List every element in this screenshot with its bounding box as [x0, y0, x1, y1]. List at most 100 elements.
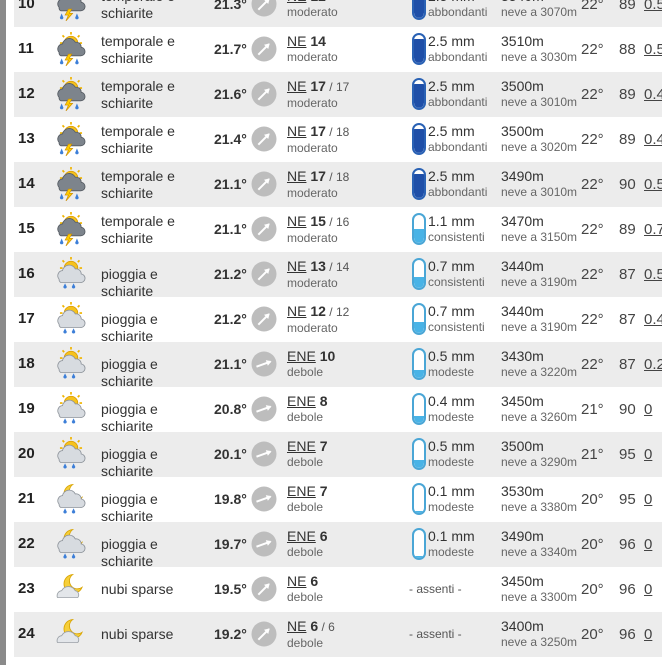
precipitation-level: modeste [428, 455, 475, 469]
precipitation-none: - assenti - [409, 582, 462, 596]
precipitation-gauge [412, 483, 426, 515]
weather-description: temporale e schiarite [101, 78, 175, 111]
rain-probability[interactable]: 0 [644, 446, 652, 463]
hour-label: 23 [18, 580, 35, 597]
forecast-row-20[interactable]: 20 pioggia e schiarite 20.1° ENE 7 debole 0.5… [14, 432, 662, 479]
wind-level: debole [287, 410, 324, 424]
precipitation-gauge [412, 303, 426, 335]
rain-probability[interactable]: 0.7 [644, 221, 662, 238]
wind-level: moderato [287, 186, 338, 200]
wind-level: moderato [287, 96, 338, 110]
humidity: 87 [619, 311, 636, 328]
rain-probability[interactable]: 0.5 [644, 176, 662, 193]
wind-level: debole [287, 365, 324, 379]
wind-direction-icon [251, 81, 277, 107]
wind-direction-icon [251, 396, 277, 422]
wind-speed: 6 [310, 573, 319, 589]
rain-probability[interactable]: 0 [644, 536, 652, 553]
forecast-row-16[interactable]: 16 pioggia e schiarite 21.2° NE 13 / 14 mode… [14, 252, 662, 299]
precipitation-level: abbondanti [428, 5, 488, 19]
rain-probability[interactable]: 0 [644, 491, 652, 508]
precipitation-amount: 0.7 mm [428, 303, 475, 319]
wind-info: ENE 8 debole [287, 393, 327, 426]
snow-level: neve a 3030m [501, 50, 578, 64]
wind-speed: 14 [310, 33, 326, 49]
forecast-row-23[interactable]: 23 nubi sparse 19.5° NE 6 debole - assenti - 3… [14, 567, 662, 612]
precipitation-none: - assenti - [409, 627, 462, 641]
forecast-row-19[interactable]: 19 pioggia e schiarite 20.8° ENE 8 debole 0.4… [14, 387, 662, 434]
freezing-altitude: 3530m [501, 483, 544, 499]
hour-label: 19 [18, 400, 35, 417]
wind-direction-icon [251, 126, 277, 152]
forecast-row-18[interactable]: 18 pioggia e schiarite 21.1° ENE 10 debole 0.… [14, 342, 662, 389]
humidity: 96 [619, 626, 636, 643]
rain-probability[interactable]: 0 [644, 581, 652, 598]
forecast-row-10[interactable]: 10 temporale e schiarite 21.3° NE 12moderat… [14, 0, 662, 27]
storm-sun-icon [54, 32, 88, 67]
rain-probability[interactable]: 0.5 [644, 0, 662, 13]
forecast-row-15[interactable]: 15 temporale e schiarite 21.1° NE 15 / 16 mo… [14, 207, 662, 252]
wind-direction-icon [251, 531, 277, 557]
forecast-row-17[interactable]: 17 pioggia e schiarite 21.2° NE 12 / 12 mode… [14, 297, 662, 344]
forecast-row-13[interactable]: 13 temporale e schiarite 21.4° NE 17 / 18 mo… [14, 117, 662, 162]
precipitation-level: modeste [428, 500, 475, 514]
hour-label: 24 [18, 625, 35, 642]
forecast-row-11[interactable]: 11 temporale e schiarite 21.7° NE 14 moderat… [14, 27, 662, 72]
forecast-row-22[interactable]: 22 pioggia e schiarite 19.7° ENE 6 debole 0.1… [14, 522, 662, 569]
forecast-row-24[interactable]: 24 nubi sparse 19.2° NE 6 / 6 debole - assent… [14, 612, 662, 657]
wind-info: NE 15 / 16 moderato [287, 213, 349, 247]
hour-label: 12 [18, 85, 35, 102]
perceived-temperature: 20° [581, 626, 604, 643]
storm-sun-icon [54, 77, 88, 112]
hour-label: 20 [18, 445, 35, 462]
hour-label: 16 [18, 265, 35, 282]
rain-probability[interactable]: 0 [644, 626, 652, 643]
freezing-altitude: 3450m [501, 393, 544, 409]
temperature: 21.1° [214, 356, 247, 372]
wind-direction: ENE [287, 348, 316, 364]
freezing-level: 3500m neve a 3010m [501, 78, 577, 111]
hour-label: 22 [18, 535, 35, 552]
weather-description: pioggia e schiarite [101, 401, 158, 434]
rain-probability[interactable]: 0 [644, 401, 652, 418]
forecast-row-21[interactable]: 21 pioggia e schiarite 19.8° ENE 7 debole 0.1… [14, 477, 662, 524]
temperature: 20.1° [214, 446, 247, 462]
precipitation: 0.1 mm modeste [428, 528, 475, 561]
wind-level: moderato [287, 141, 338, 155]
freezing-altitude: 3440m [501, 303, 544, 319]
wind-gust: / 16 [325, 215, 350, 229]
rain-probability[interactable]: 0.5 [644, 266, 662, 283]
precipitation-level: abbondanti [428, 50, 488, 64]
wind-info: NE 6 debole [287, 573, 323, 606]
rain-probability[interactable]: 0.4 [644, 86, 662, 103]
freezing-level: 3530m neve a 3380m [501, 483, 577, 516]
humidity: 96 [619, 581, 636, 598]
snow-level: neve a 3340m [501, 545, 578, 559]
hour-label: 18 [18, 355, 35, 372]
wind-level: moderato [287, 231, 338, 245]
precipitation-level: consistenti [428, 230, 485, 244]
rain-probability[interactable]: 0.4 [644, 131, 662, 148]
rain-probability[interactable]: 0.5 [644, 41, 662, 58]
snow-level: neve a 3010m [501, 95, 578, 109]
freezing-altitude: 3440m [501, 258, 544, 274]
wind-info: NE 17 / 18 moderato [287, 168, 349, 202]
wind-level: debole [287, 455, 324, 469]
wind-direction: NE [287, 303, 307, 319]
freezing-altitude: 3490m [501, 168, 544, 184]
freezing-level: 3400m neve a 3250m [501, 618, 577, 651]
rain-probability[interactable]: 0.2 [644, 356, 662, 373]
freezing-level: 3440m neve a 3190m [501, 258, 577, 291]
forecast-row-14[interactable]: 14 temporale e schiarite 21.1° NE 17 / 18 mo… [14, 162, 662, 207]
precipitation: 2.5 mmabbondanti [428, 123, 487, 156]
wind-direction: NE [287, 213, 307, 229]
precipitation: 1.1 mm consistenti [428, 213, 485, 246]
perceived-temperature: 20° [581, 581, 604, 598]
perceived-temperature: 22° [581, 176, 604, 193]
precipitation-gauge [412, 348, 426, 380]
wind-direction-icon [251, 36, 277, 62]
temperature: 20.8° [214, 401, 247, 417]
perceived-temperature: 22° [581, 0, 604, 13]
rain-probability[interactable]: 0.4 [644, 311, 662, 328]
forecast-row-12[interactable]: 12 temporale e schiarite 21.6° NE 17 / 17 mo… [14, 72, 662, 117]
